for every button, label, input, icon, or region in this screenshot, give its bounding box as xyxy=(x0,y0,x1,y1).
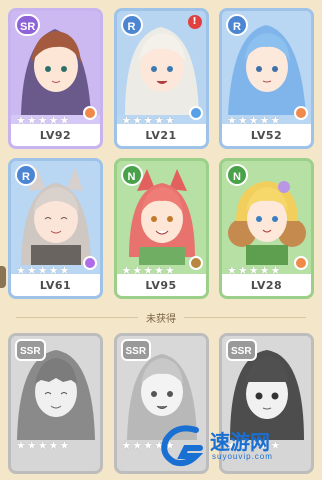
character-level: LV52 xyxy=(250,128,283,142)
rarity-badge: R xyxy=(15,164,37,186)
star-icon: ★ xyxy=(59,439,70,452)
unacquired-divider: 未获得 xyxy=(8,305,314,329)
level-plate: LV92 xyxy=(11,124,100,146)
watermark-logo-icon xyxy=(161,425,204,467)
watermark-subtext: suyouvip.com xyxy=(212,452,273,461)
character-level: LV21 xyxy=(145,128,177,142)
star-icon: ★ xyxy=(37,439,48,452)
rarity-badge: N xyxy=(226,164,248,186)
rarity-badge: N xyxy=(120,164,143,186)
character-card[interactable]: R ! ★ ★ ★ ★ ★ LV21 xyxy=(113,8,209,149)
watermark-text: 速游网 xyxy=(210,430,270,454)
rarity-badge: SSR xyxy=(226,339,257,361)
level-plate: LV28 xyxy=(222,274,311,296)
character-card[interactable]: SR ★ ★ ★ ★ ★ LV92 xyxy=(8,8,103,149)
element-badge-icon xyxy=(188,106,203,120)
star-icon: ★ xyxy=(132,439,143,452)
unacquired-label: 未获得 xyxy=(146,313,176,325)
card-row-1: SR ★ ★ ★ ★ ★ LV92 R ! ★ ★ ★ ★ ★ LV21 R ★… xyxy=(8,8,314,149)
locked-character-card[interactable]: SSR ★ ★ ★ ★ ★ xyxy=(8,333,103,474)
rarity-badge: SSR xyxy=(15,339,46,361)
star-icon: ★ xyxy=(121,439,132,452)
level-plate: LV52 xyxy=(222,124,311,146)
star-icon: ★ xyxy=(48,439,59,452)
element-badge-icon xyxy=(294,106,308,120)
star-icon: ★ xyxy=(26,439,37,452)
rarity-badge: R xyxy=(120,14,143,36)
level-plate: LV61 xyxy=(11,274,100,296)
element-badge-icon xyxy=(83,256,97,270)
character-card[interactable]: N ★ ★ ★ ★ ★ LV28 xyxy=(219,158,314,299)
level-plate: LV21 xyxy=(116,124,206,146)
character-level: LV61 xyxy=(39,278,72,292)
element-badge-icon xyxy=(294,256,308,270)
character-card-grid: SR ★ ★ ★ ★ ★ LV92 R ! ★ ★ ★ ★ ★ LV21 R ★… xyxy=(8,8,314,474)
character-card[interactable]: R ★ ★ ★ ★ ★ LV52 xyxy=(219,8,314,149)
side-panel-handle[interactable] xyxy=(0,266,6,288)
rarity-badge: R xyxy=(226,14,248,36)
character-level: LV95 xyxy=(145,278,177,292)
character-card[interactable]: N ★ ★ ★ ★ ★ LV95 xyxy=(113,158,209,299)
star-rating: ★ ★ ★ ★ ★ xyxy=(16,440,69,452)
character-level: LV28 xyxy=(250,278,283,292)
character-level: LV92 xyxy=(39,128,72,142)
element-badge-icon xyxy=(83,106,97,120)
card-row-2: R ★ ★ ★ ★ ★ LV61 N ★ ★ ★ ★ ★ LV95 N ★ ★ … xyxy=(8,158,314,299)
rarity-badge: SSR xyxy=(120,339,152,361)
level-plate: LV95 xyxy=(116,274,206,296)
element-badge-icon xyxy=(188,256,203,270)
character-card[interactable]: R ★ ★ ★ ★ ★ LV61 xyxy=(8,158,103,299)
site-watermark: 速游网 suyouvip.com xyxy=(150,412,320,480)
alert-badge-icon: ! xyxy=(187,15,202,29)
star-icon: ★ xyxy=(16,439,26,452)
rarity-badge: SR xyxy=(15,14,41,36)
